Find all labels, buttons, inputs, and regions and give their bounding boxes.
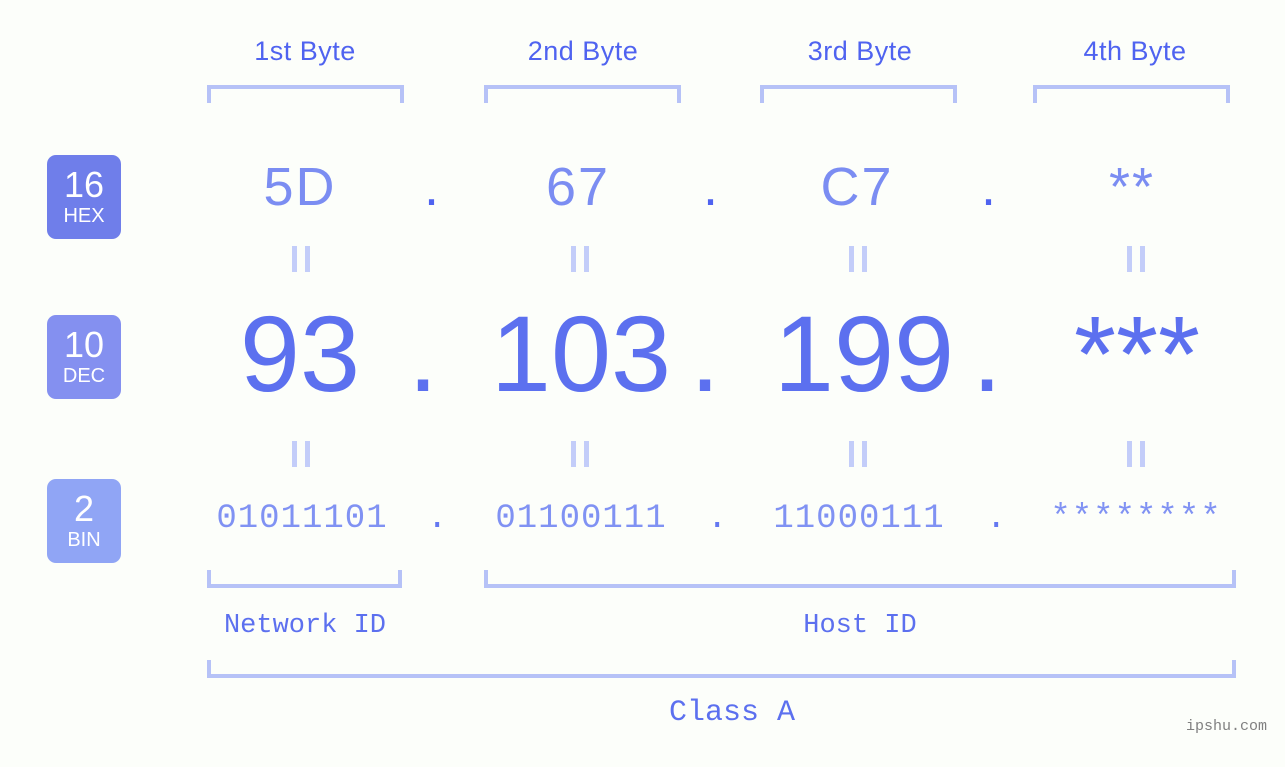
equals-mark-hex-dec-1 [292, 246, 310, 272]
base-badge-bin: 2 BIN [47, 479, 121, 563]
class-bracket [207, 660, 1236, 678]
hex-separator-3: . [981, 157, 997, 217]
byte-bracket-4 [1033, 85, 1230, 103]
base-badge-hex-label: HEX [63, 205, 105, 228]
hex-byte-4: ** [1108, 157, 1156, 217]
bin-separator-3: . [986, 500, 1007, 538]
hex-separator-1: . [424, 157, 440, 217]
bin-byte-4: ******** [1050, 500, 1222, 538]
hex-separator-2: . [703, 157, 719, 217]
host-id-label: Host ID [803, 611, 917, 641]
base-badge-hex: 16 HEX [47, 155, 121, 239]
byte-header-1: 1st Byte [254, 36, 356, 66]
site-watermark: ipshu.com [1186, 718, 1268, 735]
dec-byte-1: 93 [239, 293, 361, 414]
dec-byte-3: 199 [773, 293, 955, 414]
base-badge-dec-number: 10 [63, 323, 105, 365]
equals-mark-hex-dec-3 [849, 246, 867, 272]
byte-bracket-2 [484, 85, 681, 103]
dec-byte-2: 103 [490, 293, 672, 414]
ip-breakdown-diagram: 1st Byte 2nd Byte 3rd Byte 4th Byte 16 H… [0, 0, 1285, 767]
equals-mark-hex-dec-2 [571, 246, 589, 272]
equals-mark-hex-dec-4 [1127, 246, 1145, 272]
equals-mark-dec-bin-1 [292, 441, 310, 467]
bin-byte-1: 01011101 [216, 500, 388, 538]
network-id-label: Network ID [223, 611, 387, 641]
base-badge-hex-number: 16 [63, 163, 105, 205]
hex-byte-3: C7 [820, 157, 894, 217]
hex-byte-2: 67 [545, 157, 611, 217]
base-badge-dec-label: DEC [62, 365, 106, 388]
host-id-bracket [484, 570, 1236, 588]
byte-header-2: 2nd Byte [527, 36, 639, 66]
bin-separator-1: . [427, 500, 448, 538]
base-badge-dec: 10 DEC [47, 315, 121, 399]
base-badge-bin-number: 2 [73, 487, 95, 529]
bin-separator-2: . [707, 500, 728, 538]
byte-header-4: 4th Byte [1083, 36, 1187, 66]
bin-byte-3: 11000111 [773, 500, 945, 538]
dec-byte-4: *** [1073, 293, 1201, 414]
dec-separator-3: . [972, 293, 1003, 414]
class-label: Class A [668, 696, 796, 730]
network-id-bracket [207, 570, 402, 588]
bin-byte-2: 01100111 [495, 500, 667, 538]
byte-bracket-1 [207, 85, 404, 103]
byte-bracket-3 [760, 85, 957, 103]
byte-header-3: 3rd Byte [807, 36, 913, 66]
equals-mark-dec-bin-3 [849, 441, 867, 467]
equals-mark-dec-bin-2 [571, 441, 589, 467]
dec-separator-1: . [408, 293, 439, 414]
hex-byte-1: 5D [263, 157, 337, 217]
dec-separator-2: . [690, 293, 721, 414]
base-badge-bin-label: BIN [67, 529, 101, 552]
equals-mark-dec-bin-4 [1127, 441, 1145, 467]
